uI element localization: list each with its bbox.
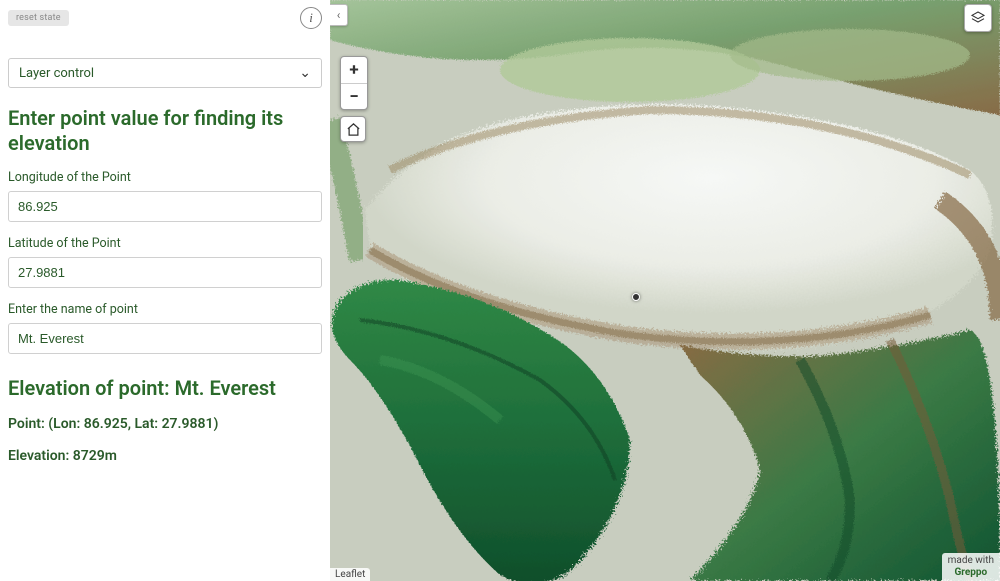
name-label: Enter the name of point <box>8 302 322 317</box>
chevron-down-icon: ⌄ <box>299 65 311 81</box>
result-title: Elevation of point: Mt. Everest <box>8 376 322 400</box>
sidebar: reset state i Layer control ⌄ Enter poin… <box>0 0 330 581</box>
point-marker[interactable] <box>632 293 640 301</box>
lon-field-block: Longitude of the Point <box>8 170 322 222</box>
lon-input[interactable] <box>8 191 322 222</box>
map[interactable]: ‹ + − Leaflet made with Greppo <box>330 0 1000 581</box>
reset-chip[interactable]: reset state <box>8 10 69 26</box>
map-attribution-right[interactable]: made with Greppo <box>942 553 1000 581</box>
sidebar-collapse-toggle[interactable]: ‹ <box>330 4 348 26</box>
layers-icon <box>970 10 986 26</box>
lat-label: Latitude of the Point <box>8 236 322 251</box>
name-input[interactable] <box>8 323 322 354</box>
sidebar-topbar: reset state i <box>8 6 322 30</box>
home-button[interactable] <box>340 116 366 142</box>
layer-control-dropdown[interactable]: Layer control ⌄ <box>8 58 322 88</box>
chevron-left-icon: ‹ <box>337 8 341 22</box>
layer-control-label: Layer control <box>19 66 94 81</box>
result-elev-line: Elevation: 8729m <box>8 448 322 464</box>
info-icon[interactable]: i <box>300 7 322 29</box>
zoom-in-button[interactable]: + <box>341 57 367 83</box>
lat-field-block: Latitude of the Point <box>8 236 322 288</box>
made-with-label: made with <box>948 555 994 567</box>
zoom-out-button[interactable]: − <box>341 83 367 109</box>
lon-label: Longitude of the Point <box>8 170 322 185</box>
home-icon <box>346 122 361 137</box>
form-title: Enter point value for finding its elevat… <box>8 106 322 156</box>
layers-toggle-button[interactable] <box>964 4 992 32</box>
name-field-block: Enter the name of point <box>8 302 322 354</box>
map-terrain-svg <box>330 0 1000 581</box>
brand-label: Greppo <box>948 567 994 579</box>
lat-input[interactable] <box>8 257 322 288</box>
map-attribution-left[interactable]: Leaflet <box>330 568 370 581</box>
result-point-line: Point: (Lon: 86.925, Lat: 27.9881) <box>8 416 322 432</box>
zoom-control: + − <box>340 56 368 110</box>
